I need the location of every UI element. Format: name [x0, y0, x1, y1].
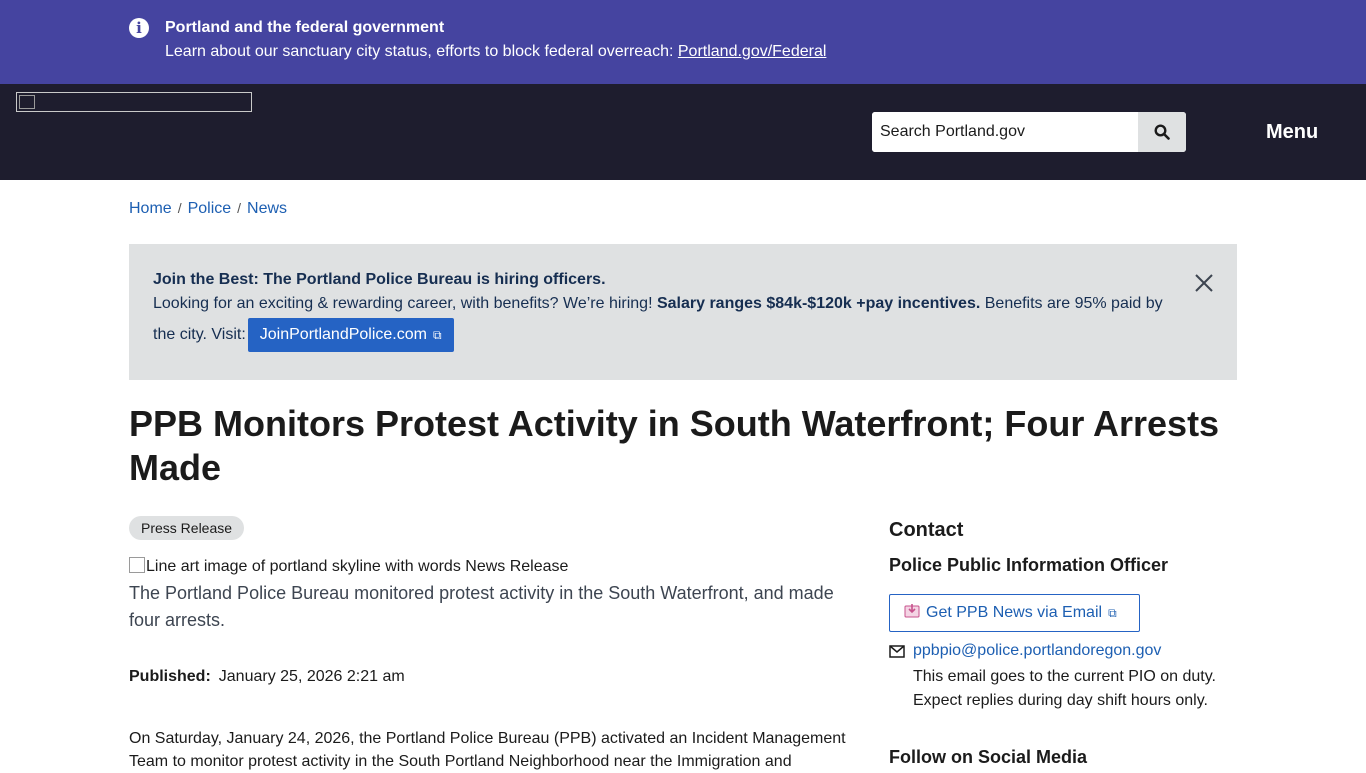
- mail-icon: [889, 645, 905, 658]
- breadcrumb-news[interactable]: News: [247, 200, 287, 217]
- published-label: Published:: [129, 668, 211, 685]
- email-button-label: Get PPB News via Email: [926, 604, 1103, 621]
- broken-image-icon: [129, 557, 145, 573]
- image-alt-text: Line art image of portland skyline with …: [146, 558, 569, 575]
- search-form: [872, 112, 1186, 152]
- hiring-alert-visit: the city. Visit: JoinPortlandPolice.com ⧉: [153, 318, 454, 352]
- breadcrumb-police[interactable]: Police: [188, 200, 232, 217]
- portland-logo[interactable]: [16, 92, 252, 112]
- published-date: Published: January 25, 2026 2:21 am: [129, 667, 405, 687]
- social-media-heading: Follow on Social Media: [889, 747, 1088, 767]
- breadcrumb-home[interactable]: Home: [129, 200, 172, 217]
- federal-alert-body: Learn about our sanctuary city status, e…: [165, 43, 678, 60]
- federal-alert-text: Learn about our sanctuary city status, e…: [165, 42, 826, 62]
- breadcrumb: Home / Police / News: [129, 198, 287, 219]
- hiring-alert-title: Join the Best: The Portland Police Burea…: [153, 271, 606, 288]
- search-input[interactable]: [872, 112, 1138, 152]
- info-icon: i: [129, 18, 149, 38]
- news-release-image: Line art image of portland skyline with …: [129, 557, 568, 577]
- federal-link[interactable]: Portland.gov/Federal: [678, 43, 827, 60]
- contact-heading: Contact: [889, 519, 964, 541]
- close-alert-button[interactable]: [1193, 272, 1215, 294]
- join-button-label: JoinPortlandPolice.com: [259, 326, 427, 343]
- pio-email-link[interactable]: ppbpio@police.portlandoregon.gov: [913, 641, 1161, 661]
- breadcrumb-separator: /: [177, 200, 182, 216]
- hiring-text-start: Looking for an exciting & rewarding care…: [153, 295, 657, 312]
- email-subscribe-button[interactable]: Get PPB News via Email ⧉: [889, 594, 1140, 632]
- breadcrumb-separator: /: [237, 200, 242, 216]
- external-link-icon: ⧉: [1108, 606, 1117, 620]
- article-summary: The Portland Police Bureau monitored pro…: [129, 583, 834, 630]
- federal-alert-title: Portland and the federal government: [165, 19, 445, 36]
- hiring-visit-label: the city. Visit:: [153, 326, 246, 343]
- external-link-icon: ⧉: [432, 328, 442, 342]
- join-portland-police-button[interactable]: JoinPortlandPolice.com ⧉: [247, 318, 454, 352]
- press-release-badge: Press Release: [129, 516, 245, 540]
- page-title: PPB Monitors Protest Activity in South W…: [129, 403, 1220, 488]
- envelope-download-icon: [904, 604, 920, 618]
- hiring-text-end: Benefits are 95% paid by: [980, 295, 1163, 312]
- search-icon: [1154, 124, 1170, 140]
- broken-image-icon: [19, 95, 35, 109]
- search-button[interactable]: [1138, 112, 1186, 152]
- hiring-alert: Join the Best: The Portland Police Burea…: [129, 244, 1237, 380]
- close-icon: [1195, 274, 1213, 292]
- menu-button[interactable]: Menu: [1266, 120, 1318, 144]
- published-value: January 25, 2026 2:21 am: [218, 668, 405, 685]
- site-header: Menu: [0, 84, 1366, 180]
- federal-alert-banner: i Portland and the federal government Le…: [0, 0, 1366, 84]
- hiring-salary: Salary ranges $84k-$120k +pay incentives…: [656, 295, 981, 312]
- pio-heading: Police Public Information Officer: [889, 555, 1169, 575]
- email-note: This email goes to the current PIO on du…: [913, 668, 1216, 709]
- hiring-alert-text: Looking for an exciting & rewarding care…: [153, 294, 1163, 314]
- article-body: On Saturday, January 24, 2026, the Portl…: [129, 730, 846, 770]
